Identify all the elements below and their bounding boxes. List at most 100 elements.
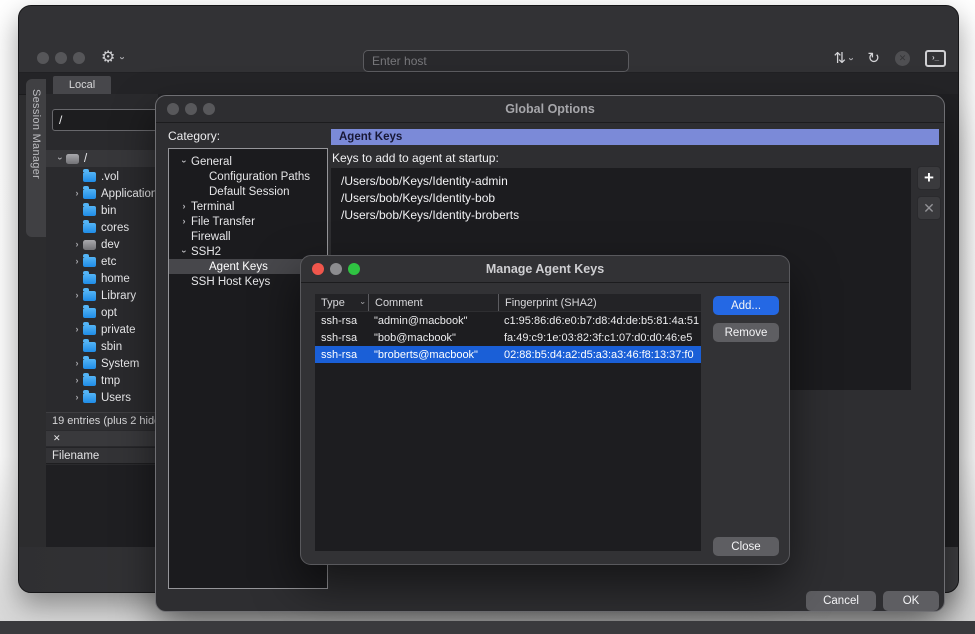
tree-item-label: bin xyxy=(101,205,116,217)
key-type-cell: ssh-rsa xyxy=(315,349,368,361)
category-label: Firewall xyxy=(191,231,231,243)
dialog-minimize-button[interactable] xyxy=(330,263,342,275)
toolbar: ⚙ › ⇅ › ↻ ✕ ›_ xyxy=(19,6,958,73)
filter-bar: ✕ xyxy=(46,431,165,446)
key-type-cell: ssh-rsa xyxy=(315,332,368,344)
folder-icon xyxy=(83,172,96,182)
agent-key-row[interactable]: ssh-rsa"admin@macbook"c1:95:86:d6:e0:b7:… xyxy=(315,312,701,329)
remove-button[interactable]: Remove xyxy=(713,323,779,342)
session-manager-tab[interactable]: Session Manager xyxy=(26,79,46,237)
key-fingerprint-cell: c1:95:86:d6:e0:b7:d8:4d:de:b5:81:4a:51 xyxy=(498,315,701,327)
tab-bar: Local xyxy=(19,73,958,95)
dialog-zoom-button[interactable] xyxy=(348,263,360,275)
sort-arrows-icon: ⇅ xyxy=(834,51,847,66)
category-default-session[interactable]: Default Session xyxy=(169,184,327,199)
category-configuration-paths[interactable]: Configuration Paths xyxy=(169,169,327,184)
ok-button[interactable]: OK xyxy=(883,591,939,611)
category-general[interactable]: ›General xyxy=(169,154,327,169)
tree-item-label: opt xyxy=(101,307,117,319)
key-fingerprint-cell: fa:49:c9:1e:03:82:3f:c1:07:d0:d0:46:e5 xyxy=(498,332,701,344)
folder-icon xyxy=(83,206,96,216)
expand-chevron-icon: › xyxy=(71,359,83,368)
agent-key-item[interactable]: /Users/bob/Keys/Identity-broberts xyxy=(331,207,911,224)
session-manager-panel: › / ›.vol›Applications›bin›cores›dev›etc… xyxy=(46,94,158,547)
expand-chevron-icon: › xyxy=(71,257,83,266)
tree-item-label: Library xyxy=(101,290,136,302)
filename-column-header[interactable]: Filename xyxy=(46,447,158,464)
window-close-button[interactable] xyxy=(37,52,49,64)
file-list xyxy=(46,465,158,547)
add-button[interactable]: Add... xyxy=(713,296,779,315)
close-button[interactable]: Close xyxy=(713,537,779,556)
terminal-button[interactable]: ›_ xyxy=(925,50,946,67)
add-key-button[interactable]: + xyxy=(917,166,941,190)
agent-key-row[interactable]: ssh-rsa"bob@macbook"fa:49:c9:1e:03:82:3f… xyxy=(315,329,701,346)
refresh-button[interactable]: ↻ xyxy=(867,51,880,66)
agent-key-item[interactable]: /Users/bob/Keys/Identity-bob xyxy=(331,190,911,207)
category-label: Terminal xyxy=(191,201,234,213)
expand-chevron-icon: › xyxy=(71,240,83,249)
key-comment-cell: "admin@macbook" xyxy=(368,315,498,327)
tree-item-label: Applications xyxy=(101,188,163,200)
expand-chevron-icon: › xyxy=(56,153,65,165)
cancel-button[interactable]: Cancel xyxy=(806,591,876,611)
tab-local[interactable]: Local xyxy=(53,76,111,94)
toolbar-right-icons: ⇅ › ↻ ✕ ›_ xyxy=(834,50,947,67)
tree-item-label: Users xyxy=(101,392,131,404)
agent-keys-table-body: ssh-rsa"admin@macbook"c1:95:86:d6:e0:b7:… xyxy=(315,312,701,363)
close-icon[interactable]: ✕ xyxy=(53,434,61,443)
agent-key-row[interactable]: ssh-rsa"broberts@macbook"02:88:b5:d4:a2:… xyxy=(315,346,701,363)
column-header-comment[interactable]: Comment xyxy=(368,294,498,311)
dialog-traffic-lights xyxy=(312,263,360,275)
agent-key-item[interactable]: /Users/bob/Keys/Identity-admin xyxy=(331,173,911,190)
agent-keys-table-header: Type › Comment Fingerprint (SHA2) xyxy=(315,294,701,312)
gear-icon: ⚙ xyxy=(101,50,115,66)
keys-label: Keys to add to agent at startup: xyxy=(332,151,499,165)
chevron-down-icon: › xyxy=(117,56,127,59)
tree-item-label: .vol xyxy=(101,171,119,183)
terminal-icon: ›_ xyxy=(925,50,946,67)
tree-item-label: System xyxy=(101,358,139,370)
desktop-bottom-strip xyxy=(0,621,975,634)
dialog-close-button[interactable] xyxy=(167,103,179,115)
folder-icon xyxy=(83,274,96,284)
column-header-type[interactable]: Type › xyxy=(315,294,368,311)
remove-key-button[interactable]: ✕ xyxy=(917,196,941,220)
sort-chevron-icon: › xyxy=(359,301,367,304)
disk-icon xyxy=(66,154,79,164)
window-minimize-button[interactable] xyxy=(55,52,67,64)
disk-icon xyxy=(83,240,96,250)
manage-agent-keys-titlebar: Manage Agent Keys xyxy=(301,256,789,283)
folder-icon xyxy=(83,257,96,267)
category-label: Default Session xyxy=(209,186,290,198)
settings-menu-button[interactable]: ⚙ › xyxy=(101,50,124,66)
dialog-close-button[interactable] xyxy=(312,263,324,275)
column-header-fingerprint[interactable]: Fingerprint (SHA2) xyxy=(498,294,701,311)
category-chevron-icon: › xyxy=(180,155,189,169)
window-zoom-button[interactable] xyxy=(73,52,85,64)
expand-chevron-icon: › xyxy=(71,189,83,198)
category-file-transfer[interactable]: ›File Transfer xyxy=(169,214,327,229)
folder-icon xyxy=(83,308,96,318)
folder-icon xyxy=(83,342,96,352)
dialog-minimize-button[interactable] xyxy=(185,103,197,115)
key-comment-cell: "broberts@macbook" xyxy=(368,349,498,361)
folder-icon xyxy=(83,189,96,199)
tree-item-label: sbin xyxy=(101,341,122,353)
category-chevron-icon: › xyxy=(180,245,189,259)
column-header-type-label: Type xyxy=(321,297,345,309)
expand-chevron-icon: › xyxy=(71,393,83,402)
tree-item-label: etc xyxy=(101,256,116,268)
agent-keys-table: Type › Comment Fingerprint (SHA2) ssh-rs… xyxy=(315,294,701,551)
transfer-order-button[interactable]: ⇅ › xyxy=(834,51,853,66)
expand-chevron-icon: › xyxy=(71,325,83,334)
disconnect-icon: ✕ xyxy=(895,51,910,66)
folder-icon xyxy=(83,393,96,403)
category-chevron-icon: › xyxy=(177,202,191,211)
dialog-zoom-button[interactable] xyxy=(203,103,215,115)
window-traffic-lights xyxy=(37,52,85,64)
host-input[interactable] xyxy=(363,50,629,72)
category-terminal[interactable]: ›Terminal xyxy=(169,199,327,214)
tree-item-label: tmp xyxy=(101,375,120,387)
category-firewall[interactable]: ›Firewall xyxy=(169,229,327,244)
